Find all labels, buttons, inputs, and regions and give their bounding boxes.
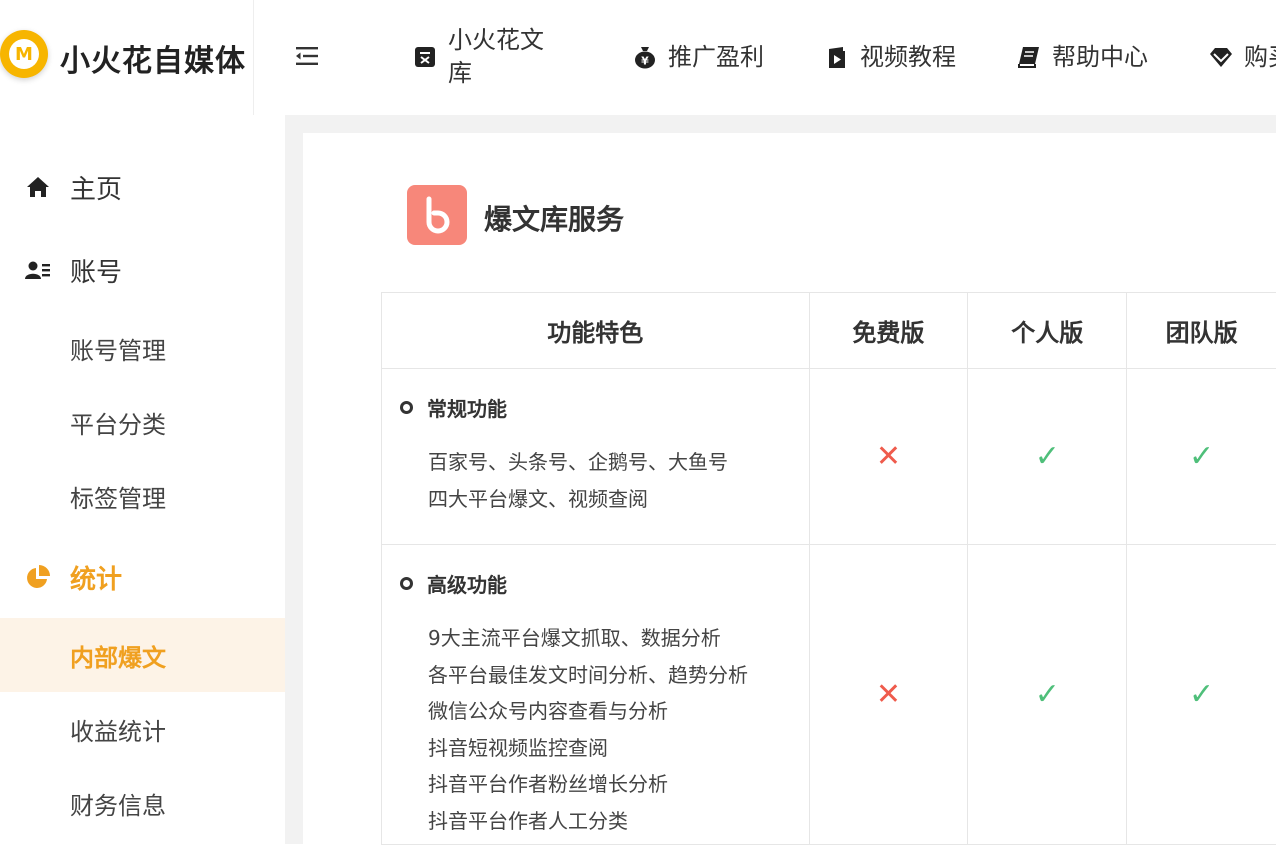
feature-table: 功能特色 免费版 个人版 团队版 常规功能 百家号、头条号、企鹅号、大鱼号 四大…: [381, 292, 1276, 845]
feature-line: 抖音短视频监控查阅: [428, 735, 608, 760]
sidebar: 主页 账号 账号管理 平台分类 标签管理 统计 内部爆文 收益统计 财务信息: [0, 115, 285, 844]
check-icon: ✓: [1189, 676, 1215, 712]
money-bag-icon: ¥: [635, 47, 655, 69]
brand-name: 小火花自媒体: [60, 44, 246, 79]
sidebar-sub-label: 账号管理: [70, 336, 166, 365]
cross-icon: ✕: [875, 676, 901, 712]
nav-label-promote: 推广盈利: [668, 42, 764, 71]
sidebar-label-account: 账号: [70, 257, 123, 288]
user-card-icon: [25, 261, 50, 279]
video-book-icon: [829, 47, 845, 68]
nav-item-promote[interactable]: ¥ 推广盈利: [632, 22, 768, 92]
feature-line: 抖音平台作者粉丝增长分析: [428, 772, 668, 796]
sidebar-item-internal-articles[interactable]: 内部爆文: [0, 618, 285, 692]
feature-line: 四大平台爆文、视频查阅: [428, 486, 648, 511]
sidebar-item-platform-category[interactable]: 平台分类: [0, 385, 285, 459]
feature-line: 各平台最佳发文时间分析、趋势分析: [428, 662, 748, 687]
feature-title-text: 常规功能: [427, 397, 507, 421]
cross-icon: ✕: [875, 438, 901, 474]
team-cell: ✓: [1127, 369, 1276, 544]
header-feature: 功能特色: [382, 293, 810, 368]
feature-cell: 常规功能 百家号、头条号、企鹅号、大鱼号 四大平台爆文、视频查阅: [382, 369, 810, 544]
nav-label-vip: 购买会员: [1244, 42, 1276, 71]
check-icon: ✓: [1189, 438, 1215, 474]
feature-line: 百家号、头条号、企鹅号、大鱼号: [428, 450, 728, 474]
sidebar-item-account-manage[interactable]: 账号管理: [0, 311, 285, 385]
check-icon: ✓: [1034, 676, 1060, 712]
top-nav: 小火花文库 ¥ 推广盈利 视频教程 帮助中心 购: [412, 0, 1276, 115]
sidebar-sub-label: 财务信息: [70, 791, 166, 820]
top-header: M 小火花自媒体 小火花文库 ¥ 推广盈利 视频教程 帮助中心 购: [0, 0, 1276, 115]
sidebar-item-finance-info[interactable]: 财务信息: [0, 766, 285, 840]
nav-label-library: 小火花文库: [448, 26, 544, 87]
service-title: 爆文库服务: [484, 203, 625, 236]
brand[interactable]: M 小火花自媒体: [0, 0, 254, 115]
sidebar-sub-label: 内部爆文: [70, 643, 166, 672]
table-row: 常规功能 百家号、头条号、企鹅号、大鱼号 四大平台爆文、视频查阅 ✕ ✓ ✓: [382, 369, 1276, 545]
brand-logo-letter: M: [9, 39, 39, 69]
nav-item-vip[interactable]: 购买会员: [1208, 22, 1276, 92]
service-logo-icon: [407, 185, 467, 245]
sidebar-sub-label: 标签管理: [70, 484, 166, 513]
feature-cell: 高级功能 9大主流平台爆文抓取、数据分析 各平台最佳发文时间分析、趋势分析 微信…: [382, 545, 810, 844]
team-cell: ✓: [1127, 545, 1276, 844]
feature-title: 高级功能: [400, 569, 809, 598]
free-cell: ✕: [810, 369, 969, 544]
table-header-row: 功能特色 免费版 个人版 团队版: [382, 293, 1276, 369]
bullet-circle-icon: [400, 577, 413, 590]
book-icon: [1018, 47, 1039, 68]
sidebar-label-home: 主页: [70, 174, 123, 205]
sidebar-sub-label: 收益统计: [70, 717, 166, 746]
feature-line: 9大主流平台爆文抓取、数据分析: [428, 626, 721, 650]
feature-title: 常规功能: [400, 393, 809, 422]
nav-label-video: 视频教程: [860, 42, 956, 71]
table-row: 高级功能 9大主流平台爆文抓取、数据分析 各平台最佳发文时间分析、趋势分析 微信…: [382, 545, 1276, 845]
sidebar-item-tag-manage[interactable]: 标签管理: [0, 459, 285, 533]
sidebar-item-account[interactable]: 账号: [0, 240, 285, 300]
free-cell: ✕: [810, 545, 969, 844]
document-icon: [415, 47, 435, 67]
sidebar-label-stats: 统计: [70, 564, 123, 595]
sidebar-item-stats[interactable]: 统计: [0, 547, 285, 607]
sidebar-sub-label: 平台分类: [70, 410, 166, 439]
menu-toggle-icon[interactable]: [294, 44, 322, 68]
nav-item-video[interactable]: 视频教程: [824, 22, 960, 92]
diamond-icon: [1210, 48, 1232, 67]
feature-title-text: 高级功能: [427, 573, 507, 597]
pie-chart-icon: [27, 565, 50, 588]
header-free: 免费版: [810, 293, 969, 368]
brand-logo-icon: M: [0, 30, 48, 78]
svg-text:¥: ¥: [641, 55, 649, 68]
nav-item-help[interactable]: 帮助中心: [1016, 22, 1152, 92]
sidebar-item-revenue-stats[interactable]: 收益统计: [0, 692, 285, 766]
personal-cell: ✓: [968, 369, 1128, 544]
sidebar-item-home[interactable]: 主页: [0, 157, 285, 217]
header-team: 团队版: [1165, 319, 1238, 347]
nav-item-library[interactable]: 小火花文库: [412, 22, 548, 92]
personal-cell: ✓: [968, 545, 1128, 844]
feature-line: 微信公众号内容查看与分析: [428, 699, 668, 723]
home-icon: [27, 177, 49, 197]
check-icon: ✓: [1034, 438, 1060, 474]
header-personal: 个人版: [968, 293, 1128, 368]
bullet-circle-icon: [400, 401, 413, 414]
feature-line: 抖音平台作者人工分类: [428, 808, 628, 833]
nav-label-help: 帮助中心: [1052, 42, 1148, 71]
